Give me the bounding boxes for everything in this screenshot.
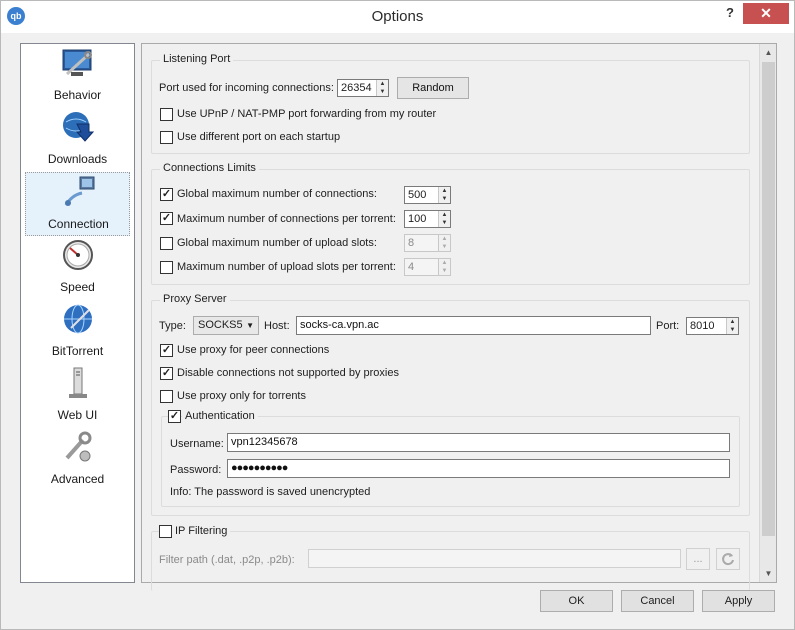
spin-value: 4 [408,261,415,273]
username-label: Username: [170,438,224,450]
proxy-port-spinbox[interactable]: 8010 ▲ ▼ [686,317,739,335]
spin-arrows[interactable]: ▲ ▼ [438,235,450,251]
spin-value: 8010 [690,320,715,332]
ip-filtering-checkbox[interactable] [159,525,172,538]
listening-port-title: Listening Port [160,53,234,65]
sidebar-item-label: Connection [48,217,109,231]
gears-icon [65,431,92,462]
proxy-torrents-only-label: Use proxy only for torrents [177,390,306,402]
global-max-connections-label: Global maximum number of connections: [177,188,377,200]
content-scrollbar[interactable]: ▲ ▼ [759,44,776,582]
authentication-checkbox[interactable] [168,410,181,423]
sidebar-item-behavior[interactable]: Behavior [25,44,130,108]
sidebar-item-label: Speed [60,280,95,294]
speedometer-icon [63,240,93,270]
options-window: qb Options ? ✕ Behavior Downloads Connec… [0,0,795,630]
proxy-host-label: Host: [264,320,290,332]
proxy-port-label: Port: [656,320,680,332]
different-port-label: Use different port on each startup [177,131,341,143]
upnp-label: Use UPnP / NAT-PMP port forwarding from … [177,108,437,120]
options-sidebar: Behavior Downloads Connection Speed BitT… [20,43,135,583]
global-max-connections-spinbox[interactable]: 500 ▲ ▼ [404,186,451,204]
filter-path-input[interactable] [308,549,681,568]
proxy-server-title: Proxy Server [160,293,230,305]
sidebar-item-speed[interactable]: Speed [25,236,130,300]
network-plug-icon [64,176,95,206]
incoming-port-label: Port used for incoming connections: [159,82,334,94]
sidebar-item-label: Web UI [57,408,98,422]
upload-slots-per-torrent-checkbox[interactable] [160,261,173,274]
filter-path-label: Filter path (.dat, .p2p, .p2b): [159,554,295,566]
sidebar-item-label: BitTorrent [51,344,104,358]
globe-network-icon [64,304,92,334]
close-button[interactable]: ✕ [743,3,789,24]
sidebar-item-connection[interactable]: Connection [25,172,130,236]
max-connections-per-torrent-checkbox[interactable] [160,212,173,225]
sidebar-item-downloads[interactable]: Downloads [25,108,130,172]
ok-button[interactable]: OK [540,590,613,612]
connection-limits-title: Connections Limits [160,162,259,174]
spin-arrows[interactable]: ▲ ▼ [438,211,450,227]
cancel-button[interactable]: Cancel [621,590,694,612]
title-bar: qb Options ? ✕ [1,1,794,33]
refresh-icon [722,553,734,566]
proxy-type-value: SOCKS5 [198,319,243,331]
help-button[interactable]: ? [723,5,737,21]
max-connections-per-torrent-spinbox[interactable]: 100 ▲ ▼ [404,210,451,228]
disable-unsupported-label: Disable connections not supported by pro… [177,367,399,379]
sidebar-item-bittorrent[interactable]: BitTorrent [25,300,130,364]
spin-arrows[interactable]: ▲ ▼ [726,318,738,334]
sidebar-item-web-ui[interactable]: Web UI [25,364,130,428]
sidebar-item-advanced[interactable]: Advanced [25,428,130,492]
proxy-type-select[interactable]: SOCKS5 ▼ [193,316,259,335]
sidebar-item-label: Behavior [53,88,102,102]
incoming-port-value: 26354 [341,82,372,94]
random-port-button[interactable]: Random [397,77,469,99]
global-upload-slots-spinbox[interactable]: 8 ▲ ▼ [404,234,451,252]
sidebar-item-label: Downloads [47,152,108,166]
chevron-down-icon: ▼ [246,321,254,330]
sidebar-item-label: Advanced [50,472,105,486]
spin-arrows[interactable]: ▲ ▼ [376,80,388,96]
global-upload-slots-checkbox[interactable] [160,237,173,250]
window-title: Options [371,8,424,25]
browse-filter-button[interactable]: ... [686,548,710,570]
global-upload-slots-label: Global maximum number of upload slots: [177,237,377,249]
upload-slots-per-torrent-label: Maximum number of upload slots per torre… [177,261,396,273]
apply-button[interactable]: Apply [702,590,775,612]
spin-arrows[interactable]: ▲ ▼ [438,187,450,203]
spin-value: 8 [408,237,415,249]
proxy-peer-connections-checkbox[interactable] [160,344,173,357]
reload-filter-button[interactable] [716,548,740,570]
scroll-up-arrow[interactable]: ▲ [760,44,777,61]
globe-download-icon [63,112,95,142]
username-input[interactable]: vpn12345678 [227,433,730,452]
password-info-text: Info: The password is saved unencrypted [170,486,371,498]
authentication-title: Authentication [182,410,258,422]
scroll-down-arrow[interactable]: ▼ [760,565,777,582]
ip-filtering-title: IP Filtering [172,525,231,537]
proxy-peer-connections-label: Use proxy for peer connections [177,344,330,356]
proxy-torrents-only-checkbox[interactable] [160,390,173,403]
disable-unsupported-checkbox[interactable] [160,367,173,380]
proxy-host-input[interactable]: socks-ca.vpn.ac [296,316,651,335]
scroll-thumb[interactable] [762,62,775,536]
spin-value: 500 [408,189,427,201]
proxy-type-label: Type: [159,320,186,332]
monitor-wrench-icon [62,49,92,76]
password-input[interactable]: ●●●●●●●●●● [227,459,730,478]
server-icon [69,367,87,398]
upload-slots-per-torrent-spinbox[interactable]: 4 ▲ ▼ [404,258,451,276]
spin-value: 100 [408,213,427,225]
global-max-connections-checkbox[interactable] [160,188,173,201]
spin-arrows[interactable]: ▲ ▼ [438,259,450,275]
max-connections-per-torrent-label: Maximum number of connections per torren… [177,213,396,225]
incoming-port-spinbox[interactable]: 26354 ▲ ▼ [337,79,389,97]
upnp-checkbox[interactable] [160,108,173,121]
password-label: Password: [170,464,222,476]
different-port-checkbox[interactable] [160,131,173,144]
